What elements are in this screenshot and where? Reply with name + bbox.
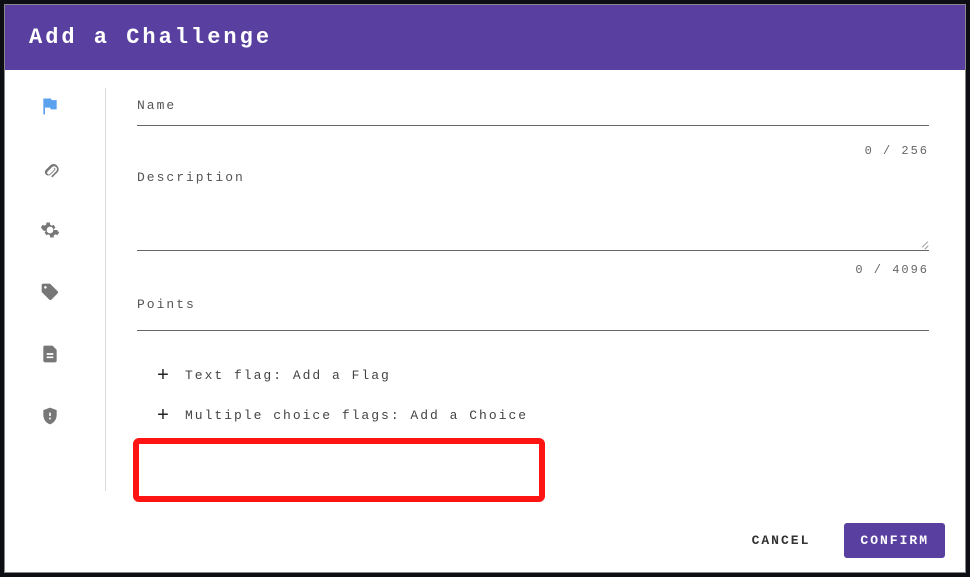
dialog-body: Name 0 / 256 Description 0 / 4096 Points… — [5, 70, 965, 509]
gear-icon — [40, 220, 60, 245]
name-field: Name — [137, 98, 929, 132]
add-challenge-dialog: Add a Challenge — [4, 4, 966, 573]
tag-icon — [40, 282, 60, 307]
points-label: Points — [137, 297, 929, 312]
sidebar-item-tags[interactable] — [40, 284, 60, 304]
vertical-divider — [105, 88, 106, 491]
plus-icon: + — [155, 405, 173, 425]
description-label: Description — [137, 170, 929, 185]
sidebar — [5, 70, 95, 509]
cancel-button[interactable]: CANCEL — [736, 523, 827, 558]
confirm-button[interactable]: CONFIRM — [844, 523, 945, 558]
description-counter: 0 / 4096 — [137, 263, 929, 277]
name-counter: 0 / 256 — [137, 144, 929, 158]
shield-icon — [40, 406, 60, 431]
attach-icon — [40, 158, 60, 183]
points-field: Points — [137, 297, 929, 337]
sidebar-item-settings[interactable] — [40, 222, 60, 242]
dialog-footer: CANCEL CONFIRM — [5, 509, 965, 572]
description-field: Description — [137, 170, 929, 251]
sidebar-item-doc[interactable] — [40, 346, 60, 366]
sidebar-item-security[interactable] — [40, 408, 60, 428]
challenge-form: Name 0 / 256 Description 0 / 4096 Points… — [95, 70, 965, 509]
name-label: Name — [137, 98, 929, 113]
plus-icon: + — [155, 365, 173, 385]
sidebar-item-attach[interactable] — [40, 160, 60, 180]
add-choice-flag-row[interactable]: + Multiple choice flags: Add a Choice — [151, 395, 929, 435]
add-text-flag-row[interactable]: + Text flag: Add a Flag — [151, 355, 929, 395]
sidebar-item-flag[interactable] — [40, 98, 60, 118]
add-text-flag-label: Text flag: Add a Flag — [185, 368, 391, 383]
add-choice-flag-label: Multiple choice flags: Add a Choice — [185, 408, 528, 423]
name-input[interactable] — [137, 124, 929, 126]
doc-icon — [40, 344, 60, 369]
points-input[interactable] — [137, 329, 929, 331]
description-input[interactable] — [137, 189, 929, 250]
flag-icon — [40, 96, 60, 121]
dialog-title: Add a Challenge — [5, 5, 965, 70]
flag-rows: + Text flag: Add a Flag + Multiple choic… — [137, 355, 929, 435]
